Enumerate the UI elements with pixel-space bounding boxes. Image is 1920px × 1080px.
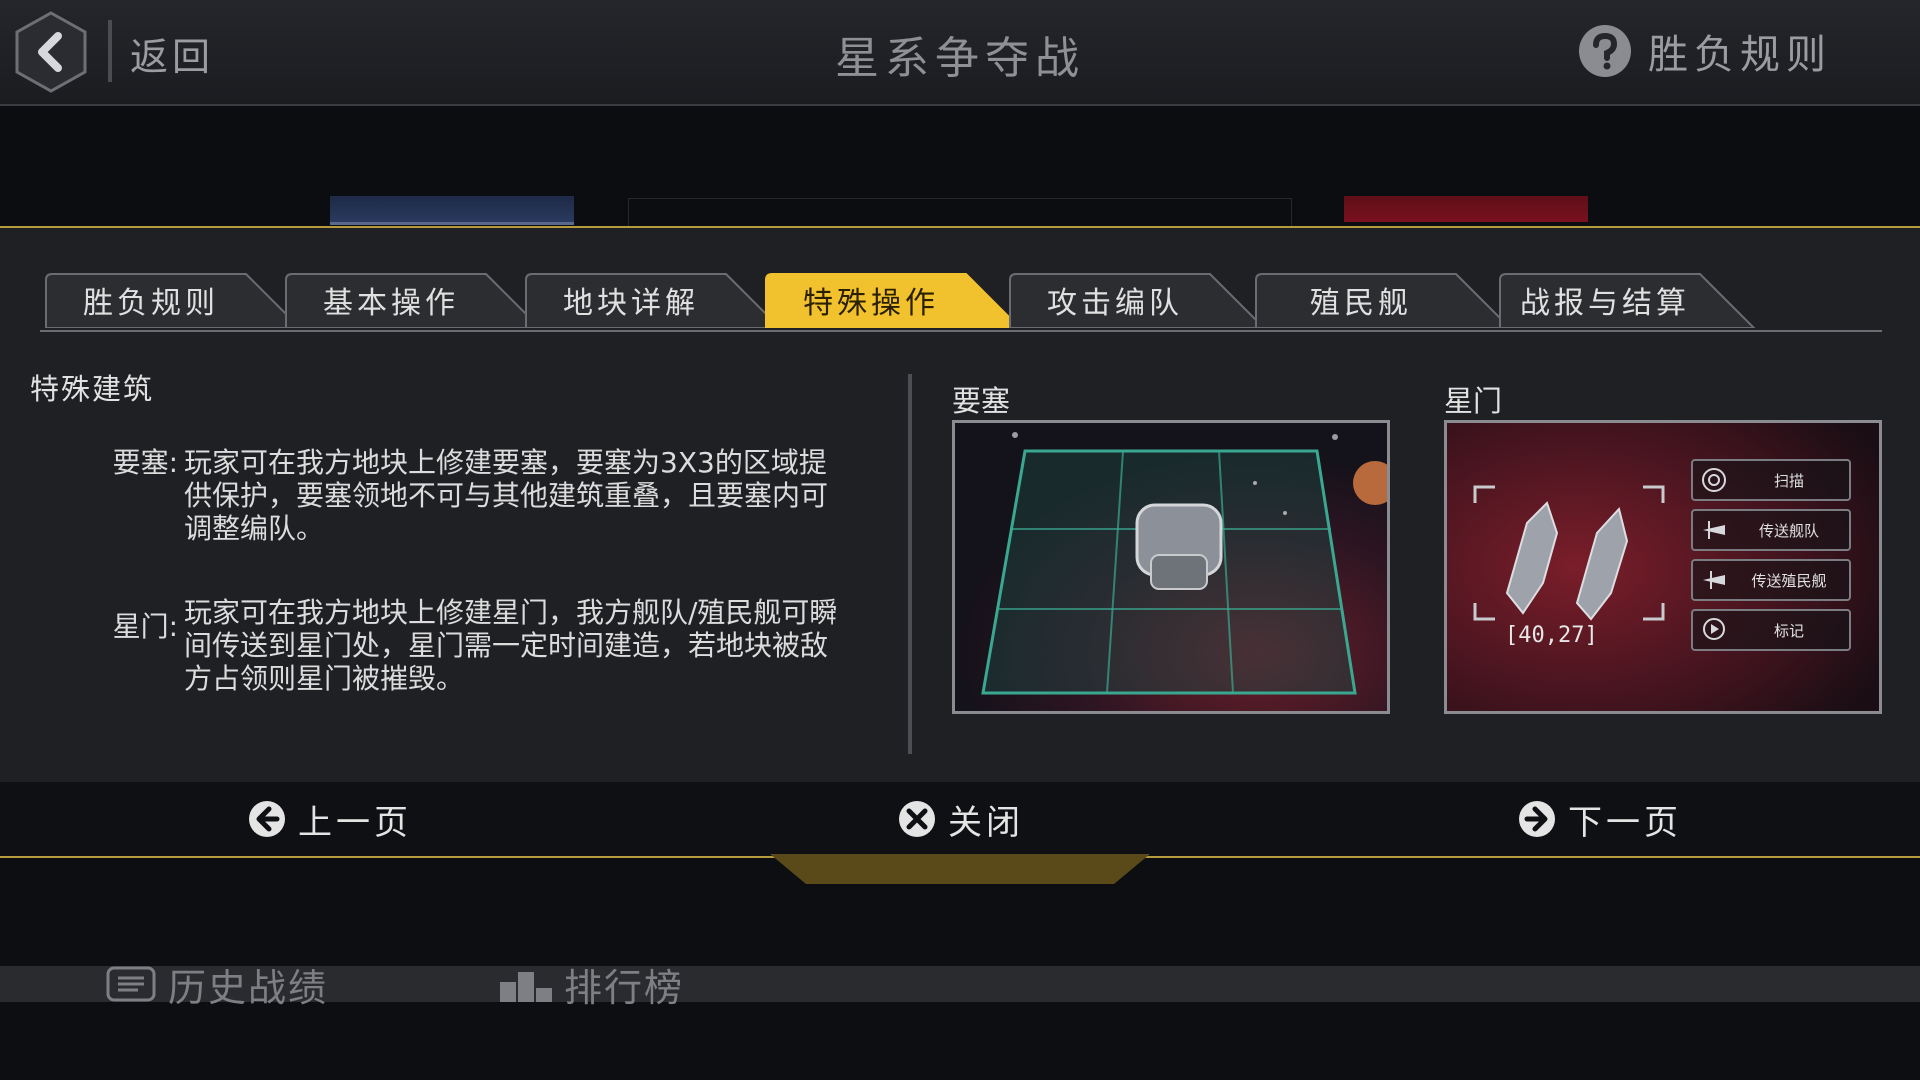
- fortress-illustration: [955, 423, 1387, 711]
- fortress-image: [952, 420, 1390, 714]
- tab-attack-formation[interactable]: 攻击编队: [1004, 272, 1266, 328]
- team-bar-blue: [330, 196, 574, 225]
- fortress-image-label: 要塞: [952, 384, 1011, 418]
- history-icon: [106, 966, 156, 1002]
- help-panel: 胜负规则 基本操作 地块详解 特殊操作 攻击编队 殖民舰 战报与结算 特殊建筑 …: [0, 226, 1920, 858]
- ranking-label: 排行榜: [564, 965, 685, 1010]
- history-button[interactable]: 历史战绩: [104, 958, 328, 1010]
- close-button[interactable]: 关闭: [898, 782, 1024, 856]
- menu-item-label: 传送舰队: [1758, 521, 1819, 540]
- center-tab-decoration: [770, 854, 1150, 884]
- background-frame: [628, 198, 1292, 227]
- team-bar-red: [1344, 196, 1588, 222]
- stargate-image-label: 星门: [1444, 384, 1503, 418]
- stargate-description: 星门: 玩家可在我方地块上修建星门，我方舰队/殖民舰可瞬间传送到星门处，星门需一…: [90, 596, 850, 696]
- ranking-icon: [500, 972, 552, 1002]
- tab-label: 战报与结算: [1520, 286, 1690, 321]
- content-divider: [908, 374, 912, 754]
- context-menu-scan[interactable]: 扫描: [1691, 459, 1851, 501]
- menu-item-label: 扫描: [1773, 471, 1804, 490]
- tab-win-rules[interactable]: 胜负规则: [40, 272, 302, 328]
- prev-page-button[interactable]: 上一页: [248, 782, 412, 856]
- tab-battle-report[interactable]: 战报与结算: [1494, 272, 1756, 328]
- next-page-label: 下一页: [1568, 802, 1682, 843]
- stargate-image: [40,27] 扫描 传送舰队 传送殖民舰 标记: [1444, 420, 1882, 714]
- tab-colony-ship[interactable]: 殖民舰: [1250, 272, 1512, 328]
- scan-icon: [1702, 468, 1726, 492]
- context-menu-teleport-fleet[interactable]: 传送舰队: [1691, 509, 1851, 551]
- close-label: 关闭: [948, 802, 1024, 843]
- next-page-button[interactable]: 下一页: [1518, 782, 1682, 856]
- arrow-left-icon: [249, 801, 285, 837]
- history-label: 历史战绩: [168, 965, 329, 1010]
- arrow-right-icon: [1519, 801, 1555, 837]
- menu-item-label: 传送殖民舰: [1751, 571, 1827, 590]
- tab-label: 胜负规则: [83, 286, 219, 321]
- question-icon: [1579, 25, 1631, 77]
- colony-ship-icon: [1703, 571, 1725, 589]
- tab-label: 地块详解: [563, 286, 699, 321]
- fleet-icon: [1703, 521, 1725, 539]
- tab-label: 攻击编队: [1047, 286, 1183, 321]
- tab-bar: 胜负规则 基本操作 地块详解 特殊操作 攻击编队 殖民舰 战报与结算: [40, 272, 1882, 332]
- stargate-text: 玩家可在我方地块上修建星门，我方舰队/殖民舰可瞬间传送到星门处，星门需一定时间建…: [184, 596, 838, 695]
- tab-label: 特殊操作: [803, 286, 939, 321]
- marker-icon: [1703, 618, 1725, 640]
- prev-page-label: 上一页: [298, 802, 412, 843]
- stargate-coords: [40,27]: [1505, 623, 1598, 648]
- rules-button[interactable]: 胜负规则: [1578, 22, 1832, 80]
- fortress-label: 要塞:: [112, 446, 178, 479]
- tab-label: 殖民舰: [1310, 286, 1412, 321]
- menu-item-label: 标记: [1773, 621, 1804, 640]
- nav-bar: 上一页 关闭 下一页: [0, 782, 1920, 856]
- top-bar: 返回 星系争夺战 胜负规则: [0, 0, 1920, 106]
- context-menu-mark[interactable]: 标记: [1691, 609, 1851, 651]
- fortress-text: 玩家可在我方地块上修建要塞，要塞为3X3的区域提供保护，要塞领地不可与其他建筑重…: [184, 446, 829, 545]
- tab-special-ops[interactable]: 特殊操作: [760, 272, 1022, 328]
- rules-label: 胜负规则: [1648, 32, 1832, 78]
- section-title: 特殊建筑: [30, 372, 155, 406]
- ranking-button[interactable]: 排行榜: [498, 958, 684, 1010]
- context-menu-teleport-colony-ship[interactable]: 传送殖民舰: [1691, 559, 1851, 601]
- tab-tile-details[interactable]: 地块详解: [520, 272, 782, 328]
- close-x-icon: [899, 801, 935, 837]
- tab-basic-ops[interactable]: 基本操作: [280, 272, 542, 328]
- tab-label: 基本操作: [323, 286, 459, 321]
- stargate-label: 星门:: [112, 610, 178, 643]
- fortress-description: 要塞: 玩家可在我方地块上修建要塞，要塞为3X3的区域提供保护，要塞领地不可与其…: [90, 446, 850, 546]
